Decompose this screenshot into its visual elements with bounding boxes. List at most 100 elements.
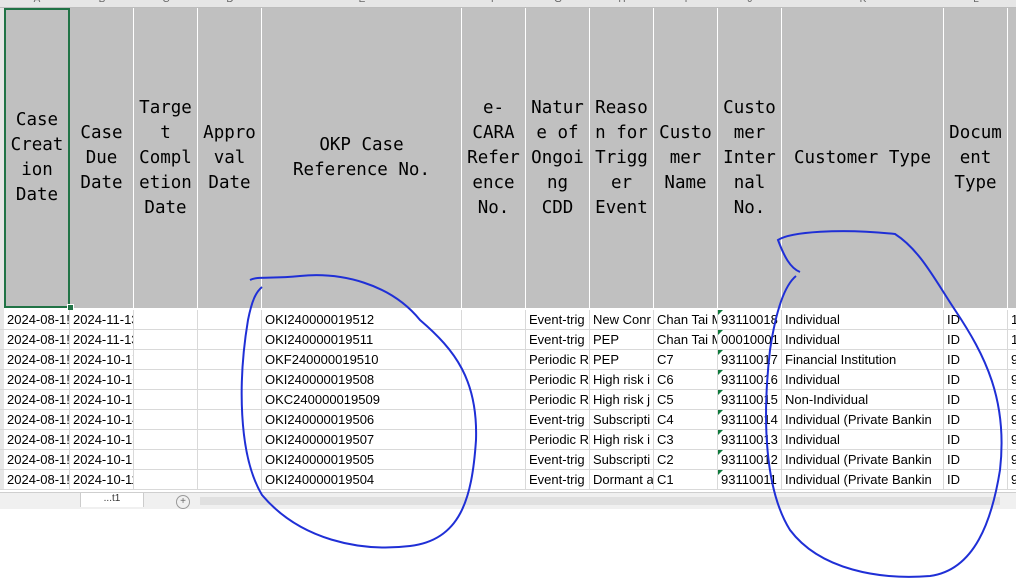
next-column-cell[interactable]: 9 [1008,350,1016,370]
e-cara-reference-cell[interactable] [462,410,526,430]
customer-name-cell[interactable]: C6 [654,370,718,390]
customer-name-cell[interactable]: C5 [654,390,718,410]
e-cara-reference-cell[interactable] [462,350,526,370]
approval-date-cell[interactable] [198,430,262,450]
reason-for-trigger-cell[interactable]: Dormant a [590,470,654,490]
case-creation-date-cell[interactable]: 2024-08-1! [4,390,70,410]
next-column-cell[interactable]: 9 [1008,390,1016,410]
header-case-creation-date[interactable]: Case Creat ion Date [4,8,70,308]
reason-for-trigger-cell[interactable]: PEP [590,330,654,350]
case-due-date-cell[interactable]: 2024-10-11 [70,470,134,490]
okp-case-reference-cell[interactable]: OKF240000019510 [262,350,462,370]
case-creation-date-cell[interactable]: 2024-08-1! [4,410,70,430]
next-column-cell[interactable]: 9 [1008,430,1016,450]
customer-internal-no-cell[interactable]: 93110018 [718,310,782,330]
column-letter-b[interactable]: B [70,0,134,6]
header-reason-for-trigger-event[interactable]: Reaso n for Trigg er Event [590,8,654,308]
customer-name-cell[interactable]: C7 [654,350,718,370]
column-letter-f[interactable]: F [462,0,526,6]
next-column-cell[interactable]: 9 [1008,410,1016,430]
approval-date-cell[interactable] [198,330,262,350]
case-creation-date-cell[interactable]: 2024-08-1! [4,330,70,350]
reason-for-trigger-cell[interactable]: PEP [590,350,654,370]
reason-for-trigger-cell[interactable]: New Conr [590,310,654,330]
approval-date-cell[interactable] [198,370,262,390]
reason-for-trigger-cell[interactable]: Subscripti [590,450,654,470]
next-column-cell[interactable]: 9 [1008,370,1016,390]
nature-of-ongoing-cdd-cell[interactable]: Periodic R [526,430,590,450]
target-completion-date-cell[interactable] [134,310,198,330]
customer-name-cell[interactable]: Chan Tai M [654,330,718,350]
customer-internal-no-cell[interactable]: 00010001 [718,330,782,350]
approval-date-cell[interactable] [198,350,262,370]
target-completion-date-cell[interactable] [134,350,198,370]
case-due-date-cell[interactable]: 2024-11-13 [70,310,134,330]
customer-name-cell[interactable]: C2 [654,450,718,470]
header-e-cara-reference-no[interactable]: e- CARA Refer ence No. [462,8,526,308]
nature-of-ongoing-cdd-cell[interactable]: Event-trig [526,450,590,470]
column-letter-k[interactable]: K [782,0,944,6]
target-completion-date-cell[interactable] [134,470,198,490]
column-letter-i[interactable]: I [654,0,718,6]
case-due-date-cell[interactable]: 2024-10-17 [70,350,134,370]
case-due-date-cell[interactable]: 2024-10-12 [70,450,134,470]
case-creation-date-cell[interactable]: 2024-08-1! [4,470,70,490]
customer-type-cell[interactable]: Individual [782,370,944,390]
document-type-cell[interactable]: ID [944,350,1008,370]
customer-type-cell[interactable]: Individual [782,330,944,350]
document-type-cell[interactable]: ID [944,470,1008,490]
approval-date-cell[interactable] [198,310,262,330]
column-letter-e[interactable]: E [262,0,462,6]
customer-name-cell[interactable]: C4 [654,410,718,430]
case-creation-date-cell[interactable]: 2024-08-1! [4,310,70,330]
column-letter-j[interactable]: J [718,0,782,6]
header-document-type[interactable]: Docum ent Type [944,8,1008,308]
document-type-cell[interactable]: ID [944,310,1008,330]
header-customer-type[interactable]: Customer Type [782,8,944,308]
customer-internal-no-cell[interactable]: 93110011 [718,470,782,490]
document-type-cell[interactable]: ID [944,390,1008,410]
customer-internal-no-cell[interactable]: 93110017 [718,350,782,370]
target-completion-date-cell[interactable] [134,430,198,450]
customer-name-cell[interactable]: C1 [654,470,718,490]
okp-case-reference-cell[interactable]: OKI240000019506 [262,410,462,430]
next-column-cell[interactable]: 9 [1008,470,1016,490]
case-creation-date-cell[interactable]: 2024-08-1! [4,370,70,390]
document-type-cell[interactable]: ID [944,410,1008,430]
nature-of-ongoing-cdd-cell[interactable]: Periodic R [526,390,590,410]
okp-case-reference-cell[interactable]: OKI240000019512 [262,310,462,330]
customer-type-cell[interactable]: Individual (Private Bankin [782,450,944,470]
e-cara-reference-cell[interactable] [462,390,526,410]
case-due-date-cell[interactable]: 2024-10-16 [70,370,134,390]
column-letter-l[interactable]: L [944,0,1008,6]
sheet-tab[interactable]: ...t1 [80,493,144,507]
reason-for-trigger-cell[interactable]: Subscripti [590,410,654,430]
target-completion-date-cell[interactable] [134,370,198,390]
customer-type-cell[interactable]: Individual [782,310,944,330]
column-letter-a[interactable]: A [4,0,70,6]
okp-case-reference-cell[interactable]: OKI240000019504 [262,470,462,490]
reason-for-trigger-cell[interactable]: High risk i [590,370,654,390]
add-sheet-button[interactable]: + [176,495,190,509]
reason-for-trigger-cell[interactable]: High risk j [590,390,654,410]
column-letter-g[interactable]: G [526,0,590,6]
target-completion-date-cell[interactable] [134,450,198,470]
e-cara-reference-cell[interactable] [462,370,526,390]
e-cara-reference-cell[interactable] [462,330,526,350]
approval-date-cell[interactable] [198,390,262,410]
customer-name-cell[interactable]: Chan Tai M [654,310,718,330]
column-letter-d[interactable]: D [198,0,262,6]
header-target-completion-date[interactable]: Targe t Compl etion Date [134,8,198,308]
customer-type-cell[interactable]: Non-Individual [782,390,944,410]
customer-internal-no-cell[interactable]: 93110015 [718,390,782,410]
customer-internal-no-cell[interactable]: 93110016 [718,370,782,390]
column-letter-c[interactable]: C [134,0,198,6]
nature-of-ongoing-cdd-cell[interactable]: Periodic R [526,350,590,370]
nature-of-ongoing-cdd-cell[interactable]: Event-trig [526,310,590,330]
case-due-date-cell[interactable]: 2024-10-13 [70,430,134,450]
document-type-cell[interactable]: ID [944,370,1008,390]
okp-case-reference-cell[interactable]: OKI240000019505 [262,450,462,470]
okp-case-reference-cell[interactable]: OKI240000019507 [262,430,462,450]
e-cara-reference-cell[interactable] [462,450,526,470]
reason-for-trigger-cell[interactable]: High risk i [590,430,654,450]
